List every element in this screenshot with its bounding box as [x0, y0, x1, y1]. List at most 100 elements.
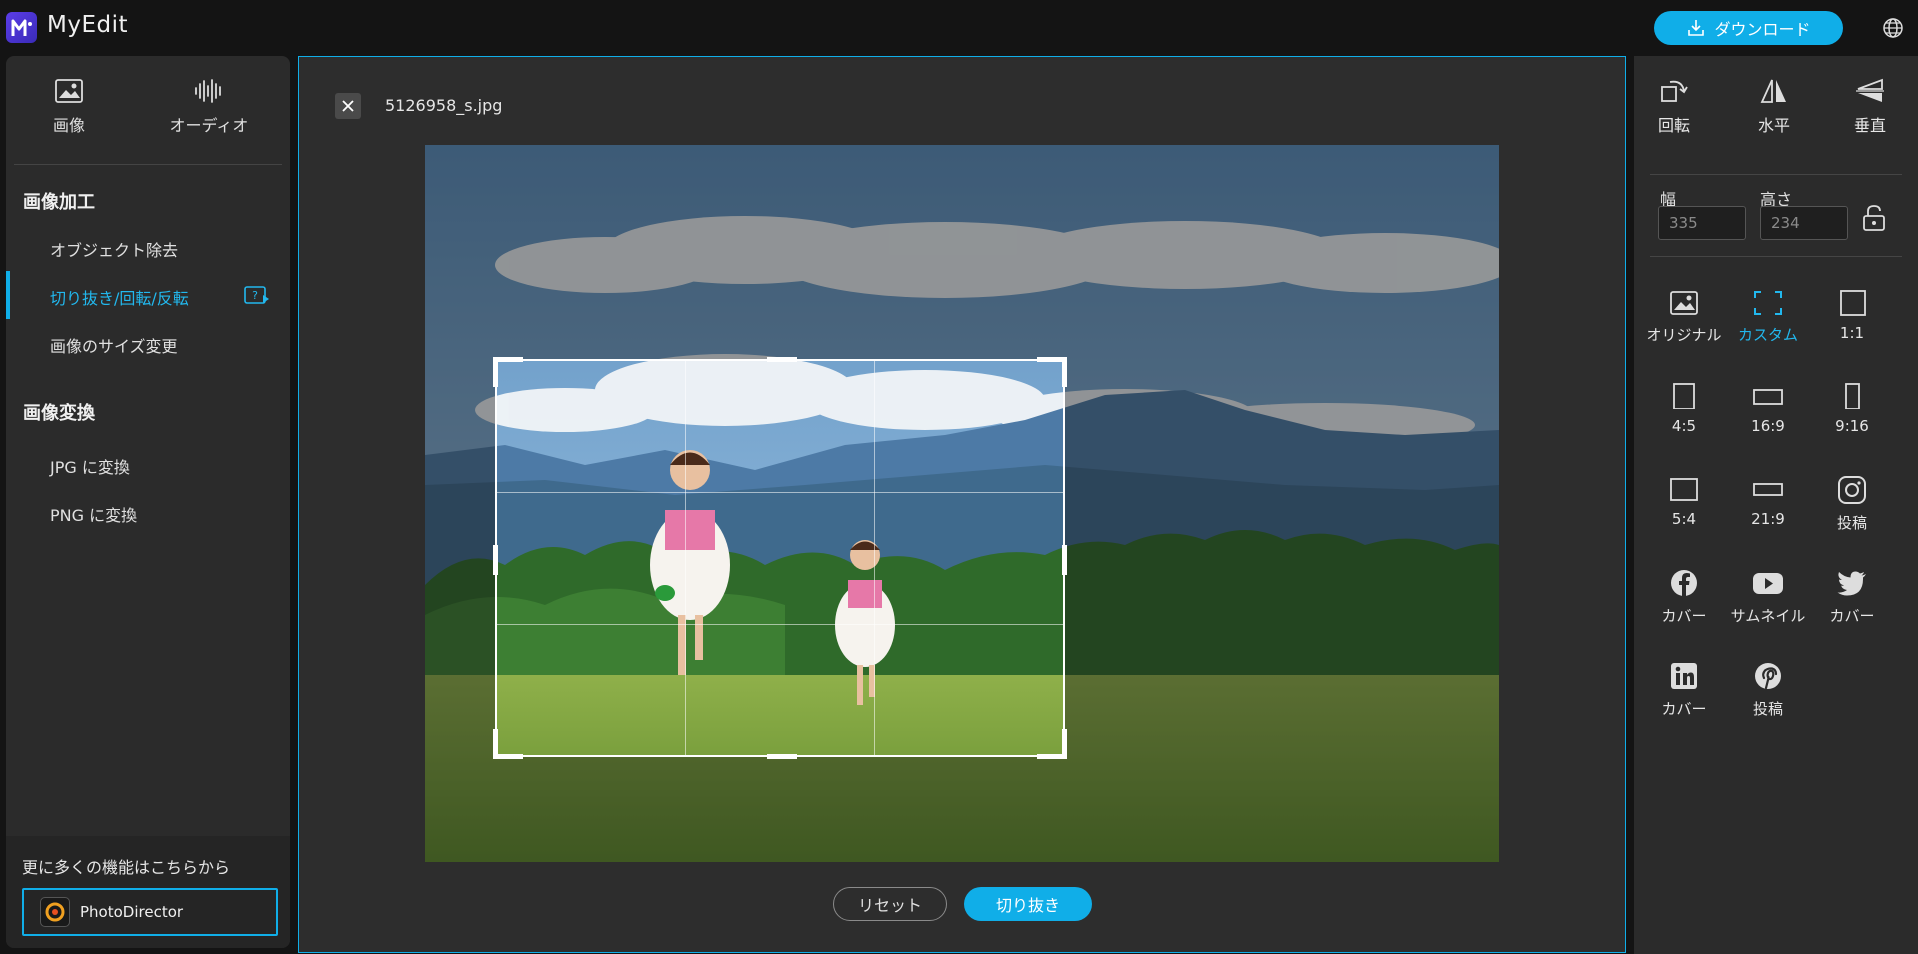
top-bar: MyEdit ダウンロード	[0, 0, 1918, 56]
download-icon	[1688, 20, 1705, 36]
ratio-label: カスタム	[1737, 326, 1798, 344]
ratio-label: オリジナル	[1646, 326, 1722, 344]
ratio-label: カバー	[1829, 607, 1875, 625]
app-title: MyEdit	[47, 12, 128, 38]
right-divider	[1650, 256, 1902, 257]
globe-icon[interactable]	[1882, 17, 1904, 39]
tab-image-label: 画像	[52, 116, 85, 135]
crop-handle-right[interactable]	[1062, 545, 1067, 575]
twitter-icon	[1837, 571, 1866, 596]
ratio-label: カバー	[1661, 607, 1707, 625]
active-indicator	[6, 271, 10, 319]
crop-handle-top-left[interactable]	[493, 357, 498, 387]
ratio-facebook-cover[interactable]: カバー	[1642, 569, 1726, 626]
crop-mask-top	[425, 145, 1499, 359]
ratio-label: カバー	[1661, 700, 1707, 718]
sidebar-item-crop-rotate-flip[interactable]: 切り抜き/回転/反転	[50, 285, 189, 309]
sidebar-item-resize[interactable]: 画像のサイズ変更	[50, 333, 178, 357]
ratio-label: 16:9	[1751, 417, 1785, 435]
instagram-icon	[1838, 476, 1866, 504]
reset-button[interactable]: リセット	[833, 887, 947, 921]
more-features-text: 更に多くの機能はこちらから	[22, 858, 231, 877]
right-panel: 回転 水平 垂直 幅 高さ オリジナル カスタム 1:1 4:5 16:9 9:…	[1634, 56, 1918, 954]
ratio-label: 投稿	[1836, 514, 1867, 532]
photodirector-label: PhotoDirector	[80, 903, 184, 921]
close-icon	[342, 100, 354, 112]
right-divider	[1650, 174, 1902, 175]
ratio-1-1[interactable]: 1:1	[1810, 290, 1894, 342]
crop-mask-right	[1065, 359, 1499, 757]
close-file-button[interactable]	[335, 93, 361, 119]
tall-rect-icon	[1845, 383, 1860, 409]
ratio-linkedin-cover[interactable]: カバー	[1642, 662, 1726, 719]
crop-handle-bottom-right[interactable]	[1062, 729, 1067, 759]
crop-grid-line	[685, 361, 686, 755]
rotate-button[interactable]: 回転	[1634, 76, 1714, 136]
myedit-logo-icon[interactable]	[6, 12, 37, 43]
sidebar-item-jpg-convert[interactable]: JPG に変換	[50, 454, 130, 478]
image-icon	[55, 79, 83, 103]
photodirector-logo-icon	[40, 897, 70, 927]
crop-handle-top-right[interactable]	[1062, 357, 1067, 387]
crop-mask-bottom	[425, 757, 1499, 862]
ratio-label: 9:16	[1835, 417, 1869, 435]
flip-vertical-button[interactable]: 垂直	[1830, 76, 1910, 136]
aspect-lock-icon[interactable]	[1862, 204, 1886, 232]
more-features-panel: 更に多くの機能はこちらから PhotoDirector	[6, 836, 290, 948]
ratio-label: 1:1	[1839, 324, 1865, 342]
flip-horizontal-icon	[1760, 79, 1786, 103]
ratio-21-9[interactable]: 21:9	[1726, 476, 1810, 528]
svg-text:?: ?	[252, 289, 258, 302]
ratio-twitter-cover[interactable]: カバー	[1810, 569, 1894, 626]
ratio-16-9[interactable]: 16:9	[1726, 383, 1810, 435]
crop-handle-bottom-left[interactable]	[493, 729, 498, 759]
ratio-4-5[interactable]: 4:5	[1642, 383, 1726, 435]
file-name: 5126958_s.jpg	[385, 96, 503, 115]
crop-button[interactable]: 切り抜き	[964, 887, 1092, 921]
custom-crop-icon	[1754, 291, 1782, 315]
ratio-label: 5:4	[1671, 510, 1697, 528]
tab-audio[interactable]: オーディオ	[154, 78, 264, 136]
ratio-original[interactable]: オリジナル	[1642, 290, 1726, 345]
ratio-pinterest-post[interactable]: 投稿	[1726, 662, 1810, 719]
tab-audio-label: オーディオ	[169, 116, 249, 135]
pinterest-icon	[1755, 663, 1781, 690]
flip-horizontal-button[interactable]: 水平	[1734, 76, 1814, 136]
section-title-image-convert: 画像変換	[23, 403, 95, 424]
rotate-label: 回転	[1657, 116, 1690, 135]
sidebar-divider	[14, 164, 282, 165]
ratio-youtube-thumbnail[interactable]: サムネイル	[1726, 569, 1810, 626]
image-canvas[interactable]	[425, 145, 1499, 862]
tutorial-icon[interactable]: ?	[244, 286, 270, 304]
facebook-icon	[1671, 570, 1697, 596]
flip-vertical-icon	[1856, 78, 1884, 102]
crop-handle-left[interactable]	[493, 545, 498, 575]
left-sidebar: 画像 オーディオ 画像加工 オブジェクト除去 切り抜き/回転/反転 ? 画像のサ…	[6, 56, 290, 948]
photodirector-button[interactable]: PhotoDirector	[22, 888, 278, 936]
crop-grid-line	[874, 361, 875, 755]
tab-image[interactable]: 画像	[14, 78, 124, 136]
wide-rect-icon	[1753, 389, 1783, 405]
crop-grid-line	[497, 492, 1063, 493]
download-label: ダウンロード	[1714, 20, 1811, 39]
square-icon	[1840, 290, 1866, 316]
linkedin-icon	[1671, 663, 1697, 689]
youtube-icon	[1753, 573, 1783, 594]
ratio-5-4[interactable]: 5:4	[1642, 476, 1726, 528]
crop-mask-left	[425, 359, 495, 757]
download-button[interactable]: ダウンロード	[1654, 11, 1843, 45]
crop-handle-top[interactable]	[767, 357, 797, 362]
audio-wave-icon	[195, 79, 221, 103]
ratio-instagram-post[interactable]: 投稿	[1810, 476, 1894, 533]
ratio-9-16[interactable]: 9:16	[1810, 383, 1894, 435]
crop-frame[interactable]	[493, 357, 1067, 759]
width-input[interactable]	[1658, 206, 1746, 240]
ratio-custom[interactable]: カスタム	[1726, 290, 1810, 345]
height-input[interactable]	[1760, 206, 1848, 240]
ratio-label: 投稿	[1752, 700, 1783, 718]
sidebar-item-object-removal[interactable]: オブジェクト除去	[50, 237, 178, 261]
ratio-label: サムネイル	[1730, 607, 1806, 625]
crop-handle-bottom[interactable]	[767, 754, 797, 759]
editor-workspace: 5126958_s.jpg リセット 切り抜き	[298, 56, 1626, 953]
sidebar-item-png-convert[interactable]: PNG に変換	[50, 502, 137, 526]
